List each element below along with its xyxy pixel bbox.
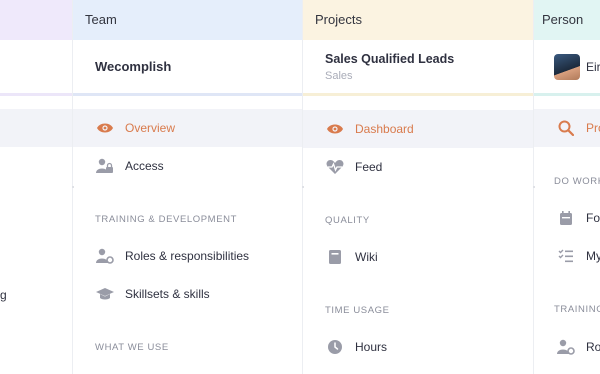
nav-item-label: Feed — [355, 160, 383, 174]
nav-item-my[interactable]: My — [534, 237, 600, 275]
grid-dot — [72, 186, 74, 188]
column-person: Person Eiri Pro DO WORK Foc My TRAINING — [534, 0, 600, 374]
column-left-active-item[interactable] — [0, 109, 72, 147]
column-projects: Projects Sales Qualified Leads Sales Das… — [303, 0, 533, 374]
checklist-icon — [556, 248, 576, 264]
nav-item-label: My — [586, 249, 600, 263]
nav-item-roles[interactable]: Rol — [534, 328, 600, 366]
eye-icon — [95, 120, 115, 136]
nav-item-focus[interactable]: Foc — [534, 199, 600, 237]
nav-item-label: Hours — [355, 340, 388, 354]
team-selector[interactable]: Wecomplish — [73, 40, 302, 96]
person-selected-name: Eiri — [586, 60, 600, 74]
user-lock-icon — [95, 158, 115, 174]
nav-item-overview[interactable]: Overview — [73, 109, 302, 147]
board: g Team Wecomplish Overview Access TRAINI… — [0, 0, 600, 374]
nav-item-roles[interactable]: Roles & responsibilities — [73, 237, 302, 275]
clock-icon — [325, 339, 345, 355]
nav-item-label: Wiki — [355, 250, 378, 264]
section-training: TRAINING — [554, 304, 600, 315]
magnifier-icon — [556, 120, 576, 136]
nav-item-label: Skillsets & skills — [125, 287, 210, 301]
nav-item-label: Foc — [586, 211, 600, 225]
nav-item-label: Access — [125, 159, 164, 173]
project-selected-subtitle: Sales — [325, 70, 353, 82]
eye-icon — [325, 121, 345, 137]
graduation-cap-icon — [95, 286, 115, 302]
nav-item-label: Overview — [125, 121, 176, 135]
person-selector[interactable]: Eiri — [534, 40, 600, 96]
user-gear-icon — [556, 339, 576, 355]
section-training-development: TRAINING & DEVELOPMENT — [95, 214, 237, 225]
project-selector[interactable]: Sales Qualified Leads Sales — [303, 40, 533, 96]
section-do-work: DO WORK — [554, 176, 600, 187]
nav-item-label: Rol — [586, 340, 600, 354]
nav-item-dashboard[interactable]: Dashboard — [303, 110, 533, 148]
column-team-header: Team — [73, 0, 302, 40]
column-left-header — [0, 0, 72, 40]
project-selected-title: Sales Qualified Leads — [325, 52, 455, 66]
avatar — [554, 54, 580, 80]
nav-item-label: Pro — [586, 121, 600, 135]
heart-pulse-icon — [325, 159, 345, 175]
calendar-icon — [556, 210, 576, 226]
column-projects-header: Projects — [303, 0, 533, 40]
column-left-partial-label[interactable]: g — [0, 288, 7, 302]
nav-item-skillsets[interactable]: Skillsets & skills — [73, 275, 302, 313]
grid-dot — [302, 186, 304, 188]
book-icon — [325, 249, 345, 265]
section-quality: QUALITY — [325, 215, 370, 226]
section-time-usage: TIME USAGE — [325, 305, 390, 316]
column-left-selector[interactable] — [0, 40, 72, 96]
nav-item-access[interactable]: Access — [73, 147, 302, 185]
nav-item-label: Dashboard — [355, 122, 414, 136]
nav-item-hours[interactable]: Hours — [303, 328, 533, 366]
column-left: g — [0, 0, 72, 374]
nav-item-label: Roles & responsibilities — [125, 249, 250, 263]
nav-item-wiki[interactable]: Wiki — [303, 238, 533, 276]
grid-dot — [533, 186, 535, 188]
team-selected-name: Wecomplish — [95, 59, 172, 74]
nav-item-feed[interactable]: Feed — [303, 148, 533, 186]
section-what-we-use: WHAT WE USE — [95, 342, 169, 353]
nav-item-profile[interactable]: Pro — [534, 109, 600, 147]
column-person-header: Person — [534, 0, 600, 40]
column-team: Team Wecomplish Overview Access TRAINING… — [73, 0, 302, 374]
user-gear-icon — [95, 248, 115, 264]
